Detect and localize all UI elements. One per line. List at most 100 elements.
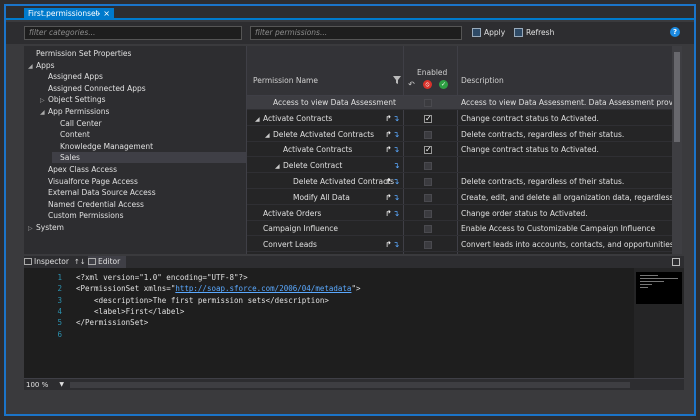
- enabled-checkbox[interactable]: [424, 209, 432, 218]
- line-number: 5: [57, 318, 62, 328]
- table-row[interactable]: Activate Contracts ↱↴ Change contract stat…: [247, 143, 672, 158]
- enabled-checkbox[interactable]: [424, 99, 432, 107]
- namespace-link[interactable]: http://soap.sforce.com/2006/04/metadata: [175, 284, 351, 293]
- tree-item[interactable]: ▷ Object Settings: [40, 94, 246, 105]
- filter-icon[interactable]: [393, 76, 401, 84]
- enabled-checkbox[interactable]: [424, 193, 432, 202]
- expanded-arrow-icon[interactable]: ◢: [40, 107, 48, 118]
- tab-inspector[interactable]: Inspector: [24, 256, 69, 268]
- sort-icon[interactable]: ↑↓: [74, 256, 86, 268]
- table-row[interactable]: ◢ Delete Activated Contracts ↱↴ Delete cont…: [247, 128, 672, 142]
- tree-item[interactable]: Assigned Apps: [40, 71, 246, 82]
- help-icon[interactable]: ?: [670, 27, 680, 37]
- tree-item[interactable]: Visualforce Page Access: [40, 176, 246, 187]
- dependency-icon[interactable]: ↱↴: [385, 207, 400, 221]
- tree-item[interactable]: Custom Permissions: [40, 210, 246, 221]
- refresh-label: Refresh: [526, 28, 555, 37]
- code-line[interactable]: <description>The first permission sets</…: [76, 296, 329, 305]
- pin-icon[interactable]: ⇢: [94, 8, 100, 20]
- tree-item[interactable]: Sales: [52, 152, 246, 164]
- enabled-checkbox[interactable]: [424, 112, 432, 126]
- tree-item[interactable]: Knowledge Management: [52, 141, 246, 152]
- permission-description: Change order status to Activated.: [461, 208, 588, 218]
- tree-item-label: Call Center: [60, 118, 102, 128]
- scrollbar-thumb[interactable]: [674, 52, 680, 142]
- line-number: 1: [57, 273, 62, 282]
- undo-icon[interactable]: ↶: [407, 80, 416, 89]
- tree-item-label: Apex Class Access: [48, 165, 117, 174]
- column-header-permission-name[interactable]: Permission Name: [253, 76, 318, 85]
- tree-item-label: Visualforce Page Access: [48, 176, 138, 186]
- apply-button[interactable]: Apply: [472, 26, 505, 40]
- collapsed-arrow-icon[interactable]: ▷: [40, 95, 48, 106]
- tree-item-label: Permission Set Properties: [36, 49, 132, 58]
- code-line[interactable]: <?xml version="1.0" encoding="UTF-8"?>: [76, 273, 248, 282]
- dependency-icon[interactable]: ↱↴: [385, 191, 400, 205]
- table-row[interactable]: Modify All Data ↱↴ Create, edit, and delet…: [247, 191, 672, 205]
- dependency-icon[interactable]: ↴: [393, 159, 401, 173]
- category-tree: Permission Set Properties ◢ Apps Assigned A…: [24, 46, 246, 254]
- allow-all-icon[interactable]: ✓: [439, 80, 448, 89]
- dependency-icon[interactable]: ↱↴: [385, 238, 400, 252]
- zoom-select[interactable]: 100 % ▼: [26, 380, 66, 390]
- collapsed-arrow-icon[interactable]: ▷: [28, 223, 36, 234]
- tree-item[interactable]: ◢ Apps: [28, 60, 246, 71]
- expanded-arrow-icon[interactable]: ◢: [255, 113, 263, 127]
- tree-item[interactable]: Permission Set Properties: [28, 48, 246, 59]
- deny-all-icon[interactable]: ⦸: [423, 80, 432, 89]
- requires-icon: ↴: [393, 161, 401, 171]
- table-row[interactable]: Access to view Data Assessment Access to …: [247, 96, 672, 110]
- minimap[interactable]: [634, 268, 684, 378]
- permission-name: Activate Orders: [255, 207, 321, 221]
- table-row[interactable]: ◢Activate Contracts ↱↴ Change contract sta…: [247, 112, 672, 126]
- tree-item[interactable]: Content: [52, 129, 246, 140]
- tree-item[interactable]: External Data Source Access: [40, 187, 246, 198]
- tree-item[interactable]: Named Credential Access: [40, 199, 246, 210]
- enabled-checkbox[interactable]: [424, 162, 432, 171]
- tab-editor[interactable]: Editor: [88, 256, 127, 268]
- expanded-arrow-icon[interactable]: ◢: [28, 61, 36, 72]
- code-line[interactable]: <PermissionSet xmlns="http://soap.sforce…: [76, 284, 360, 293]
- tab-inspector-label: Inspector: [34, 257, 69, 266]
- tree-item[interactable]: Call Center: [52, 118, 246, 129]
- tree-item[interactable]: Assigned Connected Apps: [40, 83, 246, 94]
- tree-item[interactable]: ◢ App Permissions: [40, 106, 246, 117]
- table-row[interactable]: Campaign Influence Enable Access to Custo…: [247, 222, 672, 237]
- expanded-arrow-icon[interactable]: ◢: [265, 129, 273, 143]
- filter-categories-input[interactable]: filter categories...: [24, 26, 242, 40]
- table-row[interactable]: ◢ Delete Contract ↴: [247, 159, 672, 174]
- enabled-checkbox[interactable]: [424, 241, 432, 250]
- refresh-button[interactable]: Refresh: [514, 26, 554, 40]
- table-row[interactable]: Delete Activated Contracts ↱↴ Delete contr…: [247, 175, 672, 189]
- vertical-scrollbar[interactable]: [672, 46, 682, 254]
- document-tab-title: First.permissionset: [28, 9, 99, 18]
- enabled-checkbox[interactable]: [424, 130, 432, 139]
- dependency-icon[interactable]: ↱↴: [385, 175, 400, 189]
- tree-item[interactable]: ▷ System: [28, 222, 246, 233]
- dependency-icon[interactable]: ↱↴: [385, 128, 400, 142]
- line-number: 4: [57, 306, 62, 316]
- enabled-checkbox[interactable]: [424, 143, 432, 157]
- tree-item-label: Object Settings: [48, 95, 106, 105]
- code-line[interactable]: <label>First</label>: [76, 307, 184, 316]
- horizontal-scrollbar[interactable]: [70, 382, 630, 388]
- filter-permissions-input[interactable]: filter permissions...: [250, 26, 462, 40]
- panel-options-icon[interactable]: [672, 258, 680, 266]
- enabled-checkbox[interactable]: [424, 225, 432, 234]
- permission-description: Change contract status to Activated.: [461, 145, 599, 155]
- tree-item-label: External Data Source Access: [48, 188, 156, 198]
- xml-editor[interactable]: 1 <?xml version="1.0" encoding="UTF-8"?> 2…: [24, 268, 634, 378]
- dependency-icon[interactable]: ↱↴: [385, 112, 400, 126]
- expanded-arrow-icon[interactable]: ◢: [275, 160, 283, 174]
- tree-item[interactable]: Apex Class Access: [40, 164, 246, 175]
- permission-name-label: Activate Orders: [263, 208, 322, 218]
- permission-name: ◢ Delete Activated Contracts: [265, 128, 374, 143]
- close-icon[interactable]: ×: [103, 8, 110, 20]
- table-row[interactable]: Convert Leads ↱↴ Convert leads into accoun…: [247, 238, 672, 253]
- document-tab[interactable]: First.permissionset ⇢ ×: [24, 8, 114, 20]
- table-row[interactable]: Activate Orders ↱↴ Change order status to …: [247, 207, 672, 221]
- dependency-icon[interactable]: ↱↴: [385, 143, 400, 157]
- enabled-checkbox[interactable]: [424, 178, 432, 186]
- apply-icon: [472, 28, 481, 37]
- code-line[interactable]: </PermissionSet>: [76, 318, 148, 327]
